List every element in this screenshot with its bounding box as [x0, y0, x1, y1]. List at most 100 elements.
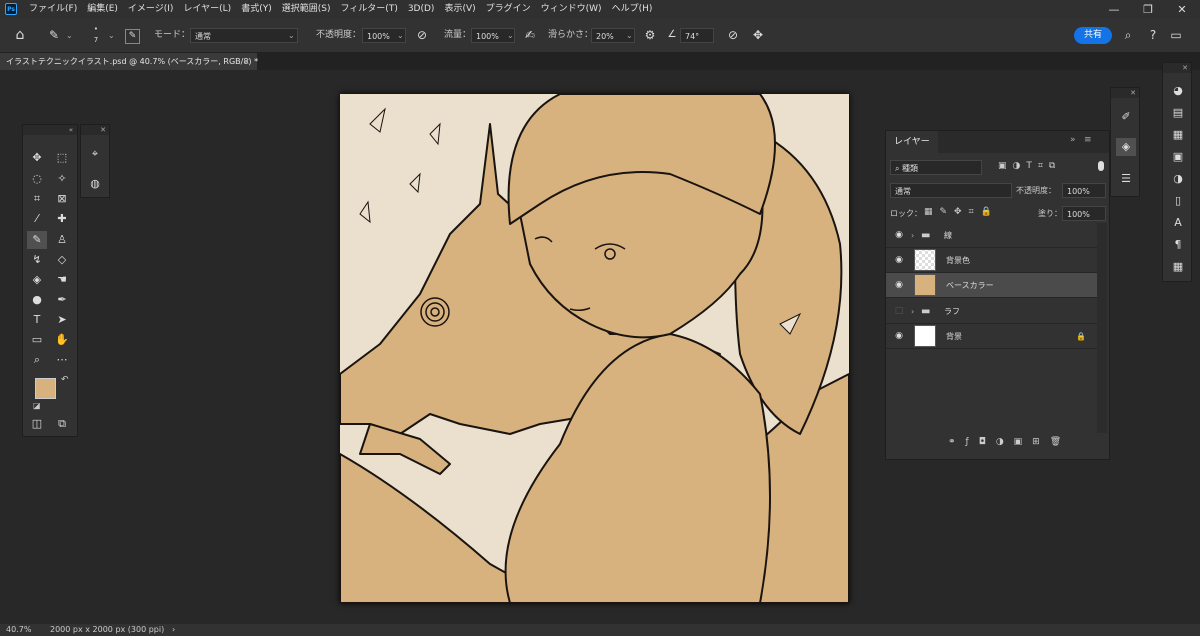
- character-icon[interactable]: A: [1168, 214, 1188, 232]
- image-icon[interactable]: ▣: [1168, 148, 1188, 166]
- minimize-icon[interactable]: —: [1097, 0, 1131, 19]
- dodge-tool-icon[interactable]: ●: [27, 291, 47, 309]
- history-brush-icon[interactable]: ↯: [27, 251, 47, 269]
- adjustments-icon[interactable]: ◑: [1168, 170, 1188, 188]
- share-button[interactable]: 共有: [1074, 27, 1112, 44]
- screen-mode-icon[interactable]: ⧉: [52, 415, 72, 433]
- chevron-down-icon[interactable]: ⌄: [507, 19, 514, 52]
- fill-field[interactable]: 100%: [1062, 206, 1106, 221]
- pen-tool-icon[interactable]: ✒: [52, 291, 72, 309]
- workspace-icon[interactable]: ▭: [1168, 27, 1184, 43]
- search-icon[interactable]: ⌕: [1120, 27, 1136, 43]
- menu-item[interactable]: 書式(Y): [236, 0, 277, 19]
- close-icon[interactable]: ✕: [81, 125, 109, 135]
- eraser-tool-icon[interactable]: ◇: [52, 251, 72, 269]
- menu-item[interactable]: ヘルプ(H): [607, 0, 658, 19]
- airbrush-icon[interactable]: ✍: [522, 27, 538, 43]
- crop-tool-icon[interactable]: ⌗: [27, 190, 47, 208]
- more-tools-icon[interactable]: ⋯: [52, 351, 72, 369]
- visibility-off-icon[interactable]: □: [893, 299, 905, 324]
- marquee-tool-icon[interactable]: ⬚: [52, 149, 72, 167]
- chevron-right-icon[interactable]: ›: [911, 223, 914, 248]
- healing-tool-icon[interactable]: ✚: [52, 210, 72, 228]
- magic-wand-tool-icon[interactable]: ✧: [52, 170, 72, 188]
- brush-preset-icon[interactable]: ✎: [46, 27, 62, 43]
- menu-item[interactable]: イメージ(I): [123, 0, 179, 19]
- layers-icon[interactable]: ◈: [1116, 138, 1136, 156]
- eyedropper-tool-icon[interactable]: ⁄: [27, 210, 47, 228]
- type-tool-icon[interactable]: T: [27, 311, 47, 329]
- chevron-down-icon[interactable]: ⌄: [108, 19, 115, 52]
- filter-icons[interactable]: ▣◑T⌗⧉: [998, 161, 1061, 171]
- paragraph-icon[interactable]: ¶: [1168, 236, 1188, 254]
- layer-row[interactable]: ◉ 背景 🔒: [886, 324, 1097, 349]
- path-points-icon[interactable]: ⌖: [85, 145, 105, 163]
- chevron-down-icon[interactable]: ⌄: [397, 19, 404, 52]
- default-colors-icon[interactable]: ◪: [33, 401, 41, 410]
- palette-icon[interactable]: ◍: [85, 175, 105, 193]
- collapse-icon[interactable]: «: [23, 125, 77, 135]
- blend-mode-select[interactable]: 通常: [890, 183, 1012, 198]
- layer-row[interactable]: ◉ › ▬ 線: [886, 223, 1097, 248]
- menu-item[interactable]: フィルター(T): [335, 0, 402, 19]
- panel-menu-icon[interactable]: ≡: [1084, 135, 1092, 145]
- layer-row[interactable]: ◉ ベースカラー: [886, 273, 1097, 298]
- zoom-tool-icon[interactable]: ⌕: [27, 351, 47, 369]
- move-tool-icon[interactable]: ✥: [27, 149, 47, 167]
- angle-field[interactable]: 74°: [680, 28, 714, 43]
- swap-colors-icon[interactable]: ↶: [61, 375, 69, 385]
- gradient-icon[interactable]: ▤: [1168, 104, 1188, 122]
- path-select-tool-icon[interactable]: ➤: [52, 311, 72, 329]
- pressure-opacity-icon[interactable]: ⊘: [414, 27, 430, 43]
- close-tab-icon[interactable]: ×: [243, 53, 250, 70]
- menu-item[interactable]: 編集(E): [82, 0, 123, 19]
- menu-item[interactable]: 選択範囲(S): [277, 0, 336, 19]
- brush-size-dot-icon[interactable]: •: [90, 25, 102, 33]
- brush-settings-icon[interactable]: ✐: [1116, 108, 1136, 126]
- menu-item[interactable]: 表示(V): [439, 0, 480, 19]
- shape-tool-icon[interactable]: ▭: [27, 331, 47, 349]
- chevron-down-icon[interactable]: ⌄: [66, 19, 73, 52]
- gear-icon[interactable]: ⚙: [642, 27, 658, 43]
- layer-row[interactable]: □ › ▬ ラフ: [886, 299, 1097, 324]
- layer-opacity-field[interactable]: 100%: [1062, 183, 1106, 198]
- foreground-color-swatch[interactable]: [35, 378, 56, 399]
- layers-scrollbar[interactable]: [1097, 223, 1107, 433]
- color-icon[interactable]: ◕: [1168, 82, 1188, 100]
- zoom-level[interactable]: 40.7%: [6, 624, 31, 636]
- close-icon[interactable]: ✕: [1165, 0, 1199, 19]
- close-icon[interactable]: ✕: [1111, 88, 1139, 98]
- quick-mask-icon[interactable]: ◫: [27, 415, 47, 433]
- collapse-icon[interactable]: »: [1070, 135, 1076, 145]
- hand-tool-icon[interactable]: ✋: [52, 331, 72, 349]
- menu-item[interactable]: レイヤー(L): [178, 0, 236, 19]
- stamp-tool-icon[interactable]: ♙: [52, 231, 72, 249]
- brush-settings-panel-icon[interactable]: ✎: [125, 29, 140, 44]
- layer-actions-bar[interactable]: ⚭ƒ◘◑▣⊞🗑: [948, 437, 1071, 447]
- layer-row[interactable]: ◉ 背景色: [886, 248, 1097, 273]
- properties-icon[interactable]: ☰: [1116, 170, 1136, 188]
- bucket-tool-icon[interactable]: ◈: [27, 271, 47, 289]
- lasso-tool-icon[interactable]: ◌: [27, 170, 47, 188]
- lock-icons[interactable]: ▦✎✥⌗🔒: [924, 207, 999, 217]
- document-canvas[interactable]: [340, 94, 849, 603]
- eye-icon[interactable]: ◉: [893, 273, 905, 298]
- maximize-icon[interactable]: ❐: [1131, 0, 1165, 19]
- tab-layers[interactable]: レイヤー: [886, 131, 938, 153]
- filter-toggle-icon[interactable]: [1098, 161, 1104, 171]
- grid-icon[interactable]: ▦: [1168, 258, 1188, 276]
- close-icon[interactable]: ✕: [1163, 63, 1191, 73]
- chevron-right-icon[interactable]: ›: [911, 299, 914, 324]
- mode-select[interactable]: 通常: [190, 28, 298, 43]
- menu-item[interactable]: プラグイン: [481, 0, 536, 19]
- eye-icon[interactable]: ◉: [893, 223, 905, 248]
- libraries-icon[interactable]: ▯: [1168, 192, 1188, 210]
- menu-item[interactable]: ファイル(F): [24, 0, 82, 19]
- swatches-icon[interactable]: ▦: [1168, 126, 1188, 144]
- layer-filter-select[interactable]: ⌕ 種類: [890, 160, 982, 175]
- frame-tool-icon[interactable]: ⊠: [52, 190, 72, 208]
- symmetry-icon[interactable]: ✥: [750, 27, 766, 43]
- eye-icon[interactable]: ◉: [893, 248, 905, 273]
- menu-item[interactable]: 3D(D): [403, 0, 440, 19]
- chevron-down-icon[interactable]: ⌄: [626, 19, 633, 52]
